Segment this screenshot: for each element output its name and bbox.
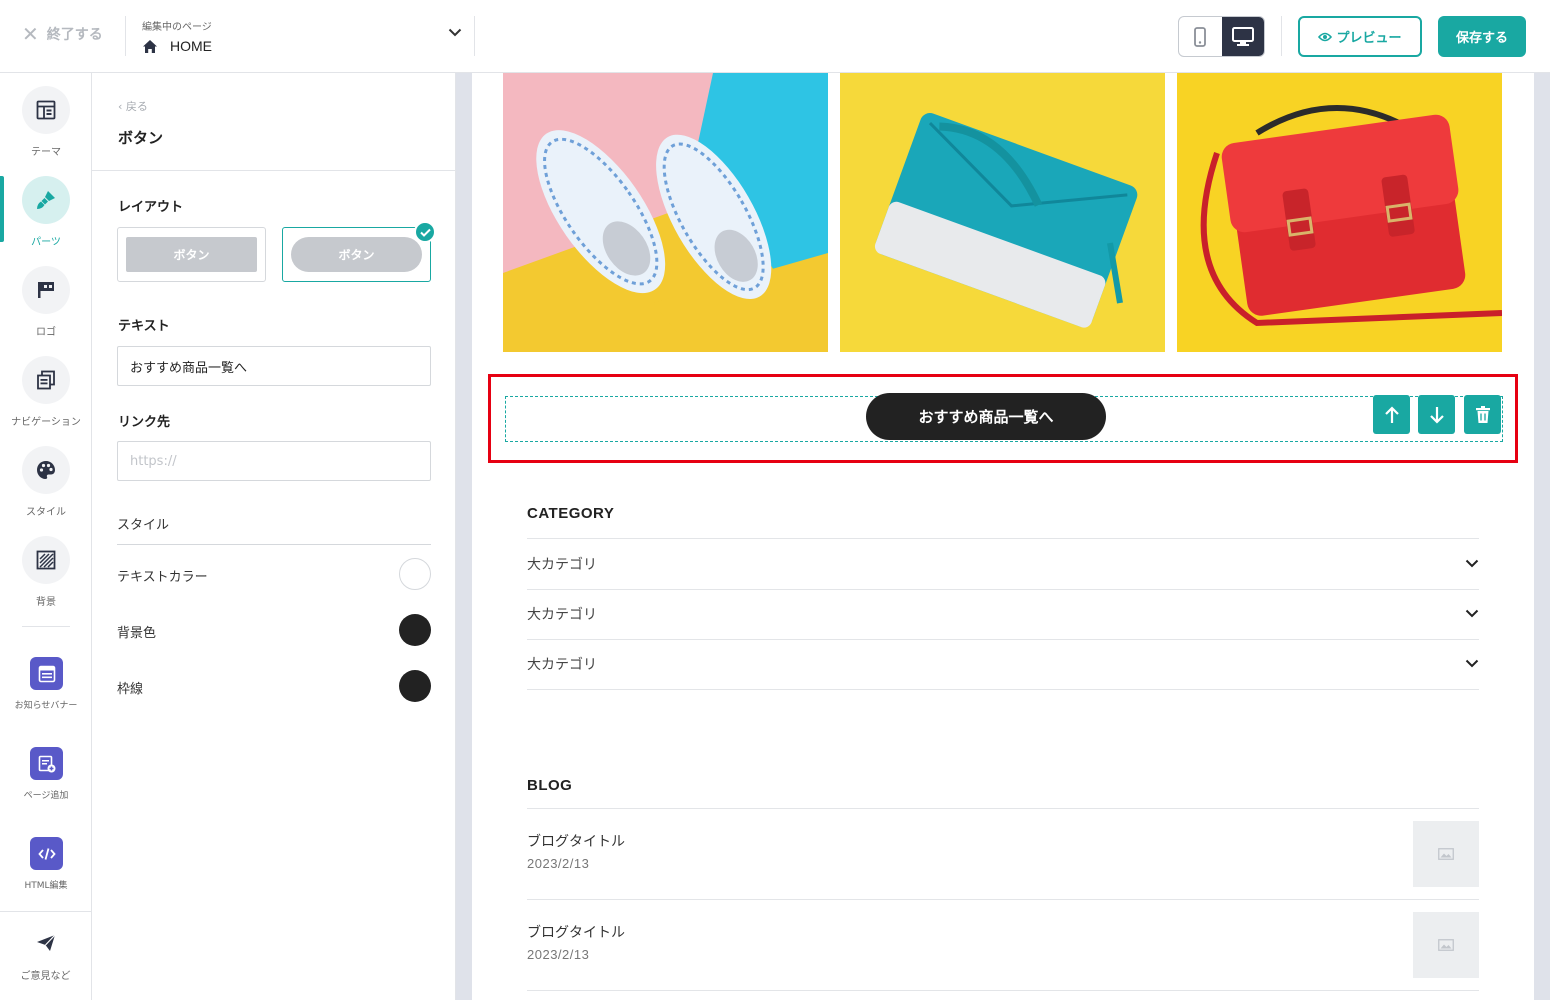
home-icon bbox=[143, 39, 157, 53]
rail-item-theme[interactable]: テーマ bbox=[0, 86, 92, 170]
preview-label: プレビュー bbox=[1336, 31, 1402, 46]
page-selector[interactable]: 編集中のページ HOME bbox=[142, 18, 464, 58]
chevron-down-icon bbox=[448, 28, 462, 37]
preview-button[interactable]: プレビュー bbox=[1298, 16, 1422, 57]
divider bbox=[527, 689, 1479, 690]
button-text-input[interactable] bbox=[117, 346, 431, 386]
blog-thumbnail bbox=[1413, 821, 1479, 887]
top-bar: ✕ 終了する 編集中のページ HOME プレビュー 保存する bbox=[0, 0, 1550, 73]
device-toggle bbox=[1178, 16, 1265, 57]
blog-heading: BLOG bbox=[527, 777, 573, 794]
exit-label: 終了する bbox=[46, 27, 103, 43]
layout-icon bbox=[36, 100, 56, 120]
chevron-left-icon: ‹ bbox=[118, 100, 126, 113]
category-item[interactable]: 大カテゴリ bbox=[527, 589, 1479, 639]
blog-post[interactable]: ブログタイトル 2023/2/13 bbox=[527, 900, 1479, 991]
rail-item-style[interactable]: スタイル bbox=[0, 446, 92, 530]
chevron-down-icon bbox=[1465, 559, 1479, 568]
layout-label: レイアウト bbox=[118, 200, 184, 215]
close-icon: ✕ bbox=[22, 22, 39, 46]
chevron-down-icon bbox=[1465, 609, 1479, 618]
checkmark-icon bbox=[414, 221, 436, 243]
link-url-input[interactable] bbox=[117, 441, 431, 481]
banner-icon bbox=[38, 665, 55, 682]
move-down-button[interactable] bbox=[1418, 395, 1455, 434]
blog-post[interactable]: ブログタイトル 2023/2/13 bbox=[527, 809, 1479, 900]
flag-icon bbox=[38, 282, 54, 298]
style-label: スタイル bbox=[117, 518, 170, 533]
layout-option-square[interactable]: ボタン bbox=[117, 227, 266, 282]
layout-option-rounded[interactable]: ボタン bbox=[282, 227, 431, 282]
editing-caption: 編集中のページ bbox=[142, 22, 212, 33]
divider bbox=[125, 16, 126, 56]
trash-icon bbox=[1475, 406, 1490, 423]
layout-option-preview: ボタン bbox=[291, 237, 422, 272]
chevron-down-icon bbox=[1465, 659, 1479, 668]
save-button[interactable]: 保存する bbox=[1438, 16, 1526, 57]
category-item[interactable]: 大カテゴリ bbox=[527, 639, 1479, 689]
desktop-icon bbox=[1231, 26, 1254, 46]
category-heading: CATEGORY bbox=[527, 505, 615, 522]
image-placeholder-icon bbox=[1438, 848, 1454, 860]
rail-item-add-page[interactable]: ページ追加 bbox=[0, 745, 92, 829]
feedback-button[interactable]: ご意見など bbox=[0, 911, 91, 1000]
rail-divider bbox=[22, 626, 70, 627]
exit-button[interactable]: ✕ 終了する bbox=[22, 24, 103, 44]
divider bbox=[92, 170, 455, 171]
panel-title: ボタン bbox=[118, 129, 164, 147]
rail-item-logo[interactable]: ロゴ bbox=[0, 266, 92, 350]
add-page-icon bbox=[38, 755, 55, 772]
text-label: テキスト bbox=[118, 319, 170, 334]
arrow-down-icon bbox=[1429, 406, 1444, 424]
product-image-clutch[interactable] bbox=[840, 73, 1165, 352]
pattern-icon bbox=[36, 550, 56, 570]
current-page-name: HOME bbox=[170, 38, 212, 54]
link-label: リンク先 bbox=[118, 415, 171, 430]
desktop-view-button[interactable] bbox=[1221, 17, 1264, 56]
back-link[interactable]: ‹ 戻る bbox=[118, 98, 148, 114]
page-canvas: おすすめ商品一覧へ CATEGORY 大カテゴリ 大カテゴリ 大カテゴリ BLO bbox=[472, 73, 1534, 1000]
product-image-red-bag[interactable] bbox=[1177, 73, 1502, 352]
border-color-swatch[interactable] bbox=[399, 670, 431, 702]
category-item[interactable]: 大カテゴリ bbox=[527, 539, 1479, 589]
move-up-button[interactable] bbox=[1373, 395, 1410, 434]
background-color-row: 背景色 bbox=[117, 614, 431, 646]
rail-item-html-edit[interactable]: HTML編集 bbox=[0, 835, 92, 919]
divider bbox=[1281, 16, 1282, 56]
divider bbox=[117, 544, 431, 545]
divider bbox=[527, 990, 1479, 991]
background-color-swatch[interactable] bbox=[399, 614, 431, 646]
mobile-icon bbox=[1194, 26, 1207, 47]
code-icon bbox=[37, 847, 56, 860]
eye-icon bbox=[1318, 32, 1333, 41]
layout-option-preview: ボタン bbox=[126, 237, 257, 272]
palette-icon bbox=[37, 461, 55, 479]
navigation-icon bbox=[37, 370, 55, 390]
recommended-products-button[interactable]: おすすめ商品一覧へ bbox=[866, 393, 1106, 440]
brush-icon bbox=[37, 191, 55, 209]
arrow-up-icon bbox=[1384, 405, 1399, 423]
rail-item-background[interactable]: 背景 bbox=[0, 536, 92, 620]
blog-thumbnail bbox=[1413, 912, 1479, 978]
icon-rail: テーマ パーツ ロゴ ナビゲーション スタイル 背景 お知らせバナー ページ追加… bbox=[0, 73, 92, 1000]
border-color-row: 枠線 bbox=[117, 670, 431, 702]
product-image-sneakers[interactable] bbox=[503, 73, 828, 352]
text-color-swatch[interactable] bbox=[399, 558, 431, 590]
text-color-row: テキストカラー bbox=[117, 558, 431, 590]
settings-panel: ‹ 戻る ボタン レイアウト ボタン ボタン テキスト リンク先 スタイル テキ… bbox=[92, 73, 456, 1000]
image-placeholder-icon bbox=[1438, 939, 1454, 951]
divider bbox=[474, 16, 475, 56]
rail-item-parts[interactable]: パーツ bbox=[0, 176, 92, 260]
send-icon bbox=[37, 934, 56, 951]
mobile-view-button[interactable] bbox=[1179, 17, 1222, 56]
delete-block-button[interactable] bbox=[1464, 395, 1501, 434]
rail-item-notice-banner[interactable]: お知らせバナー bbox=[0, 655, 92, 739]
rail-item-navigation[interactable]: ナビゲーション bbox=[0, 356, 92, 440]
